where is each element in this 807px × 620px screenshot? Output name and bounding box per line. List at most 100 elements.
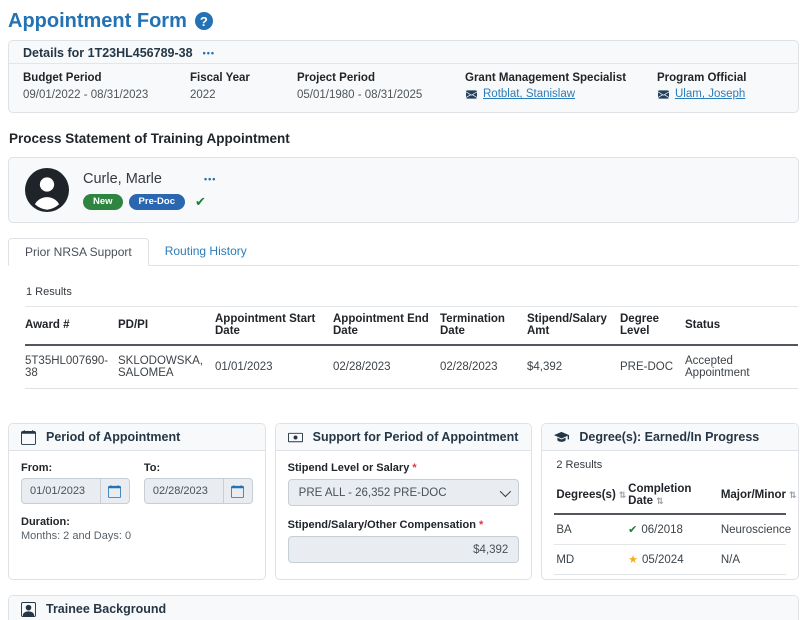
col-termination-date: Termination Date [440,307,527,346]
degree-completion: ★05/2024 [626,545,719,575]
program-official-field: Program Official Ulam, Joseph [657,71,784,102]
required-marker: * [479,519,483,531]
degree-row: BA ✔06/2018 Neuroscience [554,514,786,545]
degree-completion: ✔06/2018 [626,514,719,545]
trainee-name: Curle, Marle [83,171,162,187]
help-icon[interactable]: ? [195,12,213,30]
trainee-summary-card: Curle, Marle ••• New Pre-Doc ✔ [8,157,799,223]
required-marker: * [412,462,416,474]
panel-title: Degree(s): Earned/In Progress [579,430,759,444]
support-panel: Support for Period of Appointment Stipen… [275,423,533,580]
table-row: 5T35HL007690-38 SKLODOWSKA, SALOMEA 01/0… [25,345,798,389]
degree-row: MD ★05/2024 N/A [554,545,786,575]
trainee-background-panel: Trainee Background Field of Research Tra… [8,595,799,620]
col-status: Status [685,307,798,346]
person-avatar-icon [25,168,69,212]
col-completion-date[interactable]: Completion Date⇅ [626,478,719,514]
to-label: To: [144,462,253,474]
period-of-appointment-panel: Period of Appointment From: To: [8,423,266,580]
envelope-icon [465,89,478,100]
col-award: Award # [25,307,118,346]
budget-period-field: Budget Period 09/01/2022 - 08/31/2023 [23,71,190,102]
sort-icon: ⇅ [789,490,797,500]
cell-award: 5T35HL007690-38 [25,345,118,389]
in-progress-star-icon: ★ [628,554,638,566]
fiscal-year-field: Fiscal Year 2022 [190,71,297,102]
cell-degree-level: PRE-DOC [620,345,685,389]
cell-termination-date: 02/28/2023 [440,345,527,389]
cell-status: Accepted Appointment [685,345,798,389]
grant-management-specialist-field: Grant Management Specialist Rotblat, Sta… [465,71,657,102]
duration-label: Duration: [21,516,253,528]
tab-bar: Prior NRSA Support Routing History [8,238,799,266]
col-end-date: Appointment End Date [333,307,440,346]
stipend-level-label: Stipend Level or Salary * [288,462,520,474]
details-header: Details for 1T23HL456789-38 ••• [9,41,798,64]
program-official-link[interactable]: Ulam, Joseph [675,88,745,100]
degree-name: BA [554,514,626,545]
sort-icon: ⇅ [656,496,664,506]
compensation-label: Stipend/Salary/Other Compensation * [288,519,520,531]
cell-stipend: $4,392 [527,345,620,389]
earned-check-icon: ✔ [628,524,637,536]
calendar-icon [21,430,36,445]
graduation-cap-icon [554,430,569,445]
degree-major: N/A [719,545,786,575]
section-heading: Process Statement of Training Appointmen… [9,131,799,146]
cash-icon [288,430,303,445]
results-count: 1 Results [26,286,799,298]
to-date-group: To: [144,462,253,504]
details-title: Details for [23,46,84,60]
duration-field: Duration: Months: 2 and Days: 0 [21,516,253,542]
project-period-field: Project Period 05/01/1980 - 08/31/2025 [297,71,465,102]
check-icon: ✔ [195,196,206,208]
col-degrees[interactable]: Degrees(s)⇅ [554,478,626,514]
duration-value: Months: 2 and Days: 0 [21,530,253,542]
grant-number: 1T23HL456789-38 [88,46,193,60]
envelope-icon [657,89,670,100]
col-start-date: Appointment Start Date [215,307,333,346]
from-date-group: From: [21,462,130,504]
col-pdpi: PD/PI [118,307,215,346]
cell-pdpi: SKLODOWSKA, SALOMEA [118,345,215,389]
compensation-input[interactable] [288,536,520,563]
page-header: Appointment Form ? [8,8,799,34]
to-calendar-button[interactable] [223,478,253,504]
trainee-menu-button[interactable]: ••• [204,174,216,184]
tab-routing-history[interactable]: Routing History [149,238,263,265]
chevron-down-icon [500,485,511,496]
calendar-icon [108,485,121,498]
panel-title: Support for Period of Appointment [313,430,519,444]
tab-prior-nrsa-support[interactable]: Prior NRSA Support [8,238,149,266]
table-header-row: Award # PD/PI Appointment Start Date App… [25,307,798,346]
person-square-icon [21,602,36,617]
calendar-icon [231,485,244,498]
degrees-table: Degrees(s)⇅ Completion Date⇅ Major/Minor… [554,478,786,575]
col-degree-level: Degree Level [620,307,685,346]
details-panel: Details for 1T23HL456789-38 ••• Budget P… [8,40,799,113]
prior-support-table: Award # PD/PI Appointment Start Date App… [25,306,798,389]
panel-title: Trainee Background [46,602,166,616]
details-menu-button[interactable]: ••• [203,48,215,58]
new-status-badge: New [83,194,123,210]
degrees-results-count: 2 Results [556,459,786,471]
panel-title: Period of Appointment [46,430,180,444]
cell-end-date: 02/28/2023 [333,345,440,389]
predoc-badge: Pre-Doc [129,194,185,210]
gms-link[interactable]: Rotblat, Stanislaw [483,88,575,100]
from-label: From: [21,462,130,474]
page-title: Appointment Form [8,8,187,34]
stipend-level-select[interactable]: PRE ALL - 26,352 PRE-DOC [288,479,520,506]
col-major-minor[interactable]: Major/Minor⇅ [719,478,786,514]
col-stipend: Stipend/Salary Amt [527,307,620,346]
from-calendar-button[interactable] [100,478,130,504]
degree-major: Neuroscience [719,514,786,545]
cell-start-date: 01/01/2023 [215,345,333,389]
degree-name: MD [554,545,626,575]
to-date-input[interactable] [144,478,223,504]
details-body: Budget Period 09/01/2022 - 08/31/2023 Fi… [9,64,798,112]
sort-icon: ⇅ [619,490,627,500]
degrees-panel: Degree(s): Earned/In Progress 2 Results … [541,423,799,580]
degrees-header-row: Degrees(s)⇅ Completion Date⇅ Major/Minor… [554,478,786,514]
from-date-input[interactable] [21,478,100,504]
